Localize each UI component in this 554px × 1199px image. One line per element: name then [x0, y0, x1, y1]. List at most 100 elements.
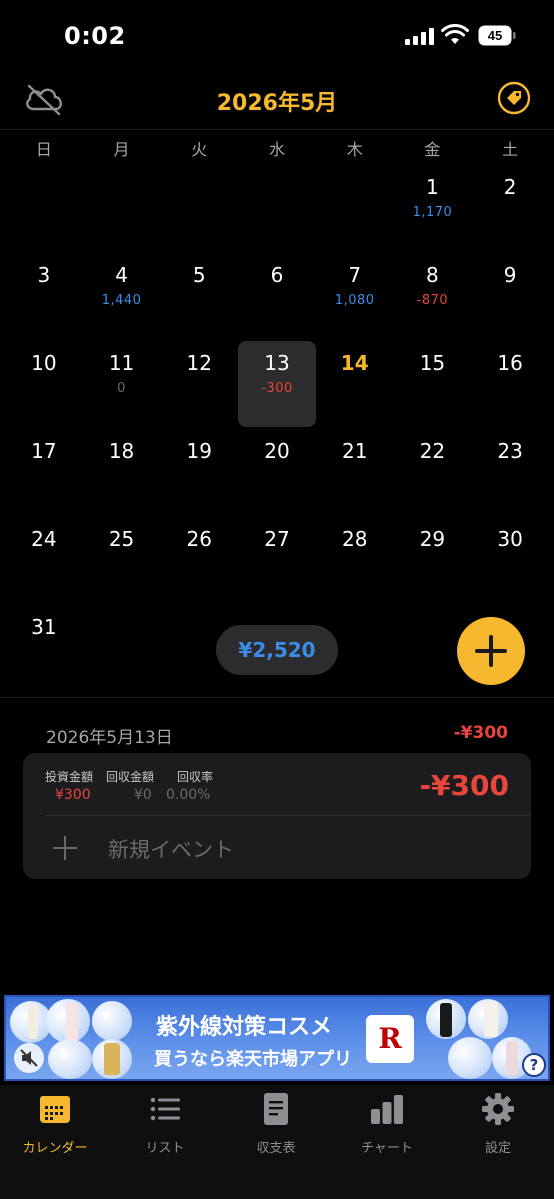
day-number: 22	[419, 439, 446, 463]
bar-chart-icon	[371, 1095, 403, 1124]
day-number: 4	[115, 263, 128, 287]
day-amount: 0	[117, 381, 126, 396]
rakuten-logo: R	[366, 1015, 414, 1063]
calendar-day-11[interactable]: 11 0	[83, 341, 161, 429]
day-number: 6	[270, 263, 284, 287]
status-bar: 0:02 45	[0, 0, 554, 75]
day-number: 20	[264, 439, 290, 463]
calendar-day-14[interactable]: 14	[316, 341, 394, 429]
day-number: 12	[186, 351, 212, 375]
day-number: 29	[419, 527, 446, 551]
day-number: 3	[37, 263, 51, 287]
calendar-day-31[interactable]: 31	[5, 605, 83, 693]
day-number: 11	[108, 351, 135, 375]
day-amount: 1,440	[101, 293, 142, 308]
month-total-badge[interactable]: ¥2,520	[216, 625, 338, 675]
calendar-day-8[interactable]: 8 -870	[394, 253, 472, 341]
status-time: 0:02	[64, 22, 126, 50]
day-number: 30	[497, 527, 523, 551]
calendar-day-4[interactable]: 4 1,440	[83, 253, 161, 341]
tab-label: リスト	[145, 1141, 185, 1156]
cellular-signal-icon	[405, 27, 434, 45]
ad-info-icon[interactable]: ?	[522, 1053, 546, 1077]
calendar-empty-cell	[316, 165, 394, 253]
calendar-day-3[interactable]: 3	[5, 253, 83, 341]
weekday-label: 木	[346, 140, 363, 159]
tab-chart[interactable]: チャート	[332, 1091, 442, 1156]
return-label: 回収金額	[106, 770, 155, 784]
day-number: 8	[426, 263, 439, 287]
calendar-day-29[interactable]: 29	[394, 517, 472, 605]
day-number: 14	[340, 351, 369, 375]
app-header: 2026年5月	[0, 75, 554, 129]
calendar-day-24[interactable]: 24	[5, 517, 83, 605]
calendar-empty-cell	[238, 165, 316, 253]
month-title[interactable]: 2026年5月	[0, 85, 554, 117]
tab-statement[interactable]: 収支表	[221, 1091, 331, 1156]
day-number: 17	[31, 439, 57, 463]
document-icon	[264, 1093, 288, 1125]
calendar-day-27[interactable]: 27	[238, 517, 316, 605]
calendar-day-25[interactable]: 25	[83, 517, 161, 605]
plus-icon[interactable]	[53, 836, 77, 860]
mute-icon[interactable]	[14, 1043, 44, 1073]
weekday-label: 月	[113, 140, 130, 159]
calendar-day-19[interactable]: 19	[160, 429, 238, 517]
battery-level: 45	[488, 28, 502, 43]
calendar-day-18[interactable]: 18	[83, 429, 161, 517]
card-divider	[45, 815, 531, 816]
calendar-day-5[interactable]: 5	[160, 253, 238, 341]
day-number: 5	[192, 263, 206, 287]
calendar-empty-cell	[160, 165, 238, 253]
day-amount: 1,080	[334, 293, 375, 308]
calendar-day-10[interactable]: 10	[5, 341, 83, 429]
event-card[interactable]: 投資金額 ¥300 回収金額 ¥0 回収率 0.00% -¥300 新規イベント	[23, 753, 531, 879]
day-number: 13	[264, 351, 290, 375]
calendar-day-15[interactable]: 15	[394, 341, 472, 429]
calendar-day-17[interactable]: 17	[5, 429, 83, 517]
add-event-button[interactable]	[457, 617, 525, 685]
day-number: 19	[186, 439, 212, 463]
day-number: 16	[497, 351, 523, 375]
tab-bar: カレンダー リスト 収支表 チャート 設定	[0, 1085, 554, 1199]
day-number: 28	[341, 527, 368, 551]
calendar-day-12[interactable]: 12	[160, 341, 238, 429]
calendar-day-28[interactable]: 28	[316, 517, 394, 605]
calendar-day-26[interactable]: 26	[160, 517, 238, 605]
tab-calendar[interactable]: カレンダー	[0, 1091, 110, 1156]
calendar-day-9[interactable]: 9	[471, 253, 549, 341]
calendar-day-2[interactable]: 2	[471, 165, 549, 253]
tab-settings[interactable]: 設定	[443, 1091, 553, 1156]
tab-label: チャート	[361, 1141, 413, 1156]
calendar-day-6[interactable]: 6	[238, 253, 316, 341]
day-number: 21	[341, 439, 368, 463]
weekday-label: 水	[268, 140, 285, 159]
section-divider	[0, 697, 554, 698]
tab-label: 設定	[484, 1141, 511, 1156]
calendar-day-20[interactable]: 20	[238, 429, 316, 517]
event-net-amount: -¥300	[419, 769, 509, 802]
day-number: 24	[31, 527, 57, 551]
day-number: 7	[348, 263, 362, 287]
day-number: 31	[31, 615, 57, 639]
calendar-day-13[interactable]: 13 -300	[238, 341, 316, 427]
weekday-label: 日	[35, 140, 52, 159]
ad-banner[interactable]: 紫外線対策コスメ 買うなら楽天市場アプリ R ?	[4, 995, 550, 1081]
day-number: 15	[419, 351, 446, 375]
calendar-empty-cell	[83, 165, 161, 253]
calendar-day-21[interactable]: 21	[316, 429, 394, 517]
day-number: 25	[108, 527, 135, 551]
new-event-button[interactable]: 新規イベント	[108, 834, 234, 864]
calendar-empty-cell	[5, 165, 83, 253]
calendar-day-23[interactable]: 23	[471, 429, 549, 517]
calendar-day-30[interactable]: 30	[471, 517, 549, 605]
calendar-day-7[interactable]: 7 1,080	[316, 253, 394, 341]
calendar-day-16[interactable]: 16	[471, 341, 549, 429]
wifi-icon	[441, 24, 469, 44]
tab-list[interactable]: リスト	[110, 1091, 220, 1156]
day-amount: 1,170	[412, 205, 453, 220]
calendar-day-22[interactable]: 22	[394, 429, 472, 517]
tag-icon[interactable]	[497, 81, 531, 115]
calendar-day-1[interactable]: 1 1,170	[394, 165, 472, 253]
gear-icon	[482, 1093, 514, 1125]
